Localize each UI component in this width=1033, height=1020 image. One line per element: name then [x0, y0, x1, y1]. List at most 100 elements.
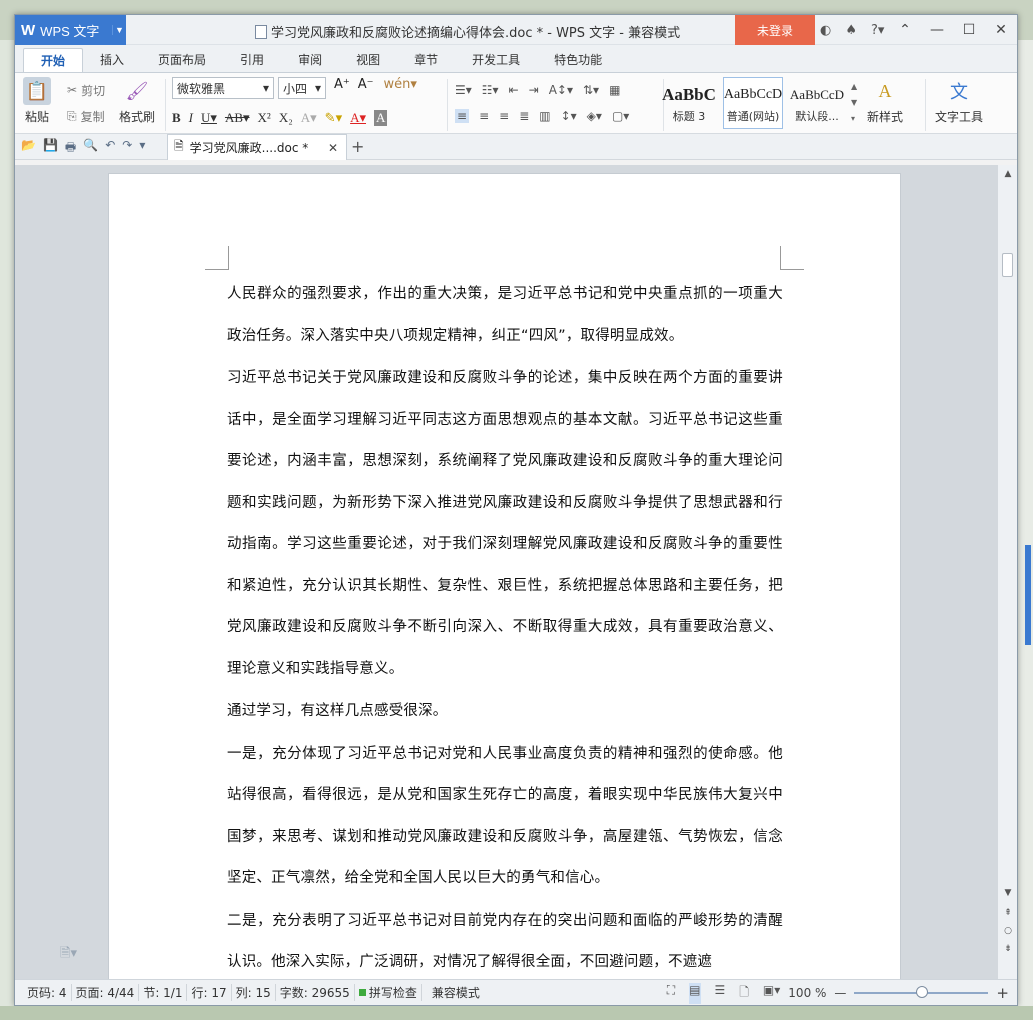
bullet-list-icon[interactable]: ☰▾ — [455, 83, 472, 97]
save-icon[interactable]: 💾 — [43, 138, 58, 159]
document-tab[interactable]: 🗎 学习党风廉政....doc * ✕ — [167, 134, 347, 160]
change-case-icon[interactable]: A↕▾ — [549, 83, 573, 97]
login-button[interactable]: 未登录 — [735, 15, 815, 45]
font-size-select[interactable]: 小四 ▾ — [278, 77, 326, 99]
redo-icon[interactable]: ↷ — [122, 138, 132, 159]
justify-icon[interactable]: ≣ — [519, 109, 529, 123]
style-heading3[interactable]: AaBbC 标题 3 — [659, 77, 719, 129]
style-default-paragraph[interactable]: AaBbCcD 默认段... — [787, 77, 847, 129]
tab-developer[interactable]: 开发工具 — [455, 48, 537, 72]
chevron-down-icon[interactable]: ▼ — [112, 25, 126, 35]
wps-app-menu-button[interactable]: W WPS 文字 ▼ — [15, 15, 126, 45]
superscript-icon[interactable]: X² — [258, 110, 271, 126]
maximize-icon[interactable]: ☐ — [953, 15, 985, 45]
paste-label: 粘贴 — [24, 110, 49, 124]
italic-icon[interactable]: I — [189, 110, 193, 126]
web-view-icon[interactable]: 🗋 — [739, 983, 749, 1004]
tab-features[interactable]: 特色功能 — [537, 48, 619, 72]
zoom-out-icon[interactable]: — — [834, 986, 846, 1000]
font-color-icon[interactable]: A▾ — [350, 110, 366, 126]
chevron-down-icon[interactable]: ▾ — [139, 138, 145, 159]
expand-icon[interactable]: ▾ — [851, 111, 857, 127]
cut-button[interactable]: ✂ 剪切 — [67, 77, 105, 103]
page-view-icon[interactable]: ▤ — [689, 982, 701, 1004]
line-spacing-icon[interactable]: ↕▾ — [561, 109, 577, 123]
align-right-icon[interactable]: ≡ — [499, 109, 509, 123]
print-icon[interactable]: 🖶 — [65, 138, 76, 159]
zoom-slider[interactable] — [854, 986, 989, 998]
zoom-in-icon[interactable]: + — [996, 984, 1009, 1002]
ribbon-tabs: 开始 插入 页面布局 引用 审阅 视图 章节 开发工具 特色功能 — [15, 45, 1017, 72]
previous-page-icon[interactable]: ⇞ — [998, 908, 1018, 918]
text-tools-button[interactable]: 文 文字工具 — [935, 77, 983, 125]
status-word-count[interactable]: 字数: 29655 — [276, 984, 355, 1001]
increase-indent-icon[interactable]: ⇥ — [529, 83, 539, 97]
style-normal-web[interactable]: AaBbCcD 普通(网站) — [723, 77, 783, 129]
copy-button[interactable]: ⎘ 复制 — [67, 103, 105, 129]
distribute-icon[interactable]: ▥ — [539, 109, 550, 123]
tab-view[interactable]: 视图 — [339, 48, 397, 72]
undo-icon[interactable]: ↶ — [105, 138, 115, 159]
subscript-icon[interactable]: X₂ — [279, 110, 293, 126]
minimize-icon[interactable]: — — [921, 15, 953, 45]
open-folder-icon[interactable]: 📂 — [21, 138, 36, 159]
shading-icon[interactable]: ◈▾ — [587, 109, 602, 123]
tab-review[interactable]: 审阅 — [281, 48, 339, 72]
outline-view-icon[interactable]: ☰ — [715, 983, 726, 1004]
tab-home[interactable]: 开始 — [23, 48, 84, 72]
tab-references[interactable]: 引用 — [223, 48, 281, 72]
format-painter-button[interactable]: 🖌 格式刷 — [119, 77, 155, 125]
shirt-icon[interactable]: ♠ — [845, 23, 857, 38]
side-panel-handle[interactable] — [1025, 545, 1031, 645]
style-gallery-scroll[interactable]: ▲ ▼ ▾ — [851, 79, 857, 127]
document-tab-label: 学习党风廉政....doc * — [189, 141, 309, 155]
align-left-icon[interactable]: ≡ — [455, 109, 470, 123]
reading-view-icon[interactable]: ▣▾ — [763, 983, 780, 1004]
align-center-icon[interactable]: ≡ — [479, 109, 489, 123]
phonetic-guide-icon[interactable]: wén▾ — [378, 77, 417, 99]
grow-font-icon[interactable]: A⁺ — [330, 77, 354, 99]
chevron-up-icon[interactable]: ▲ — [851, 79, 857, 95]
shrink-font-icon[interactable]: A⁻ — [358, 77, 374, 99]
next-page-icon[interactable]: ⇟ — [998, 944, 1018, 954]
numbered-list-icon[interactable]: ☷▾ — [482, 83, 499, 97]
zoom-level[interactable]: 100 % — [788, 986, 826, 1000]
scrollbar-thumb[interactable] — [1002, 253, 1013, 277]
spell-check-toggle[interactable]: 拼写检查 — [355, 984, 422, 1001]
chevron-down-icon[interactable]: ▼ — [851, 95, 857, 111]
skin-icon[interactable]: ◐ — [820, 23, 831, 38]
status-column: 列: 15 — [232, 984, 276, 1001]
page-navigation-icon[interactable]: 🗎▾ — [60, 944, 77, 966]
new-tab-icon[interactable]: + — [351, 137, 364, 156]
new-style-button[interactable]: A 新样式 — [867, 77, 903, 125]
collapse-ribbon-icon[interactable]: ⌃ — [889, 15, 921, 45]
underline-icon[interactable]: U▾ — [201, 110, 217, 126]
sort-icon[interactable]: ⇅▾ — [583, 83, 599, 97]
zoom-slider-knob[interactable] — [916, 986, 929, 998]
tab-page-layout[interactable]: 页面布局 — [141, 48, 223, 72]
close-icon[interactable]: ✕ — [985, 15, 1017, 45]
char-shading-icon[interactable]: A — [374, 110, 388, 126]
paste-button[interactable]: 📋 粘贴 — [23, 77, 51, 125]
decrease-indent-icon[interactable]: ⇤ — [509, 83, 519, 97]
vertical-scrollbar[interactable]: ▲ ▼ ⇞ ○ ⇟ — [997, 165, 1017, 980]
highlight-icon[interactable]: ✎▾ — [325, 110, 342, 126]
strikethrough-icon[interactable]: AB▾ — [225, 110, 250, 126]
document-page[interactable]: 人民群众的强烈要求，作出的重大决策，是习近平总书记和党中央重点抓的一项重大政治任… — [108, 173, 901, 980]
full-screen-view-icon[interactable]: ⛶ — [667, 983, 675, 1004]
tab-sections[interactable]: 章节 — [397, 48, 455, 72]
bold-icon[interactable]: B — [172, 110, 181, 126]
help-icon[interactable]: ?▾ — [871, 23, 884, 38]
scroll-up-icon[interactable]: ▲ — [998, 169, 1018, 179]
close-tab-icon[interactable]: ✕ — [328, 141, 338, 155]
paragraph: 习近平总书记关于党风廉政建设和反腐败斗争的论述，集中反映在两个方面的重要讲话中，… — [227, 370, 783, 677]
browse-object-icon[interactable]: ○ — [998, 926, 1018, 936]
font-name-select[interactable]: 微软雅黑 ▾ — [172, 77, 274, 99]
table-border-icon[interactable]: ▦ — [609, 83, 620, 97]
tab-insert[interactable]: 插入 — [83, 48, 141, 72]
document-body[interactable]: 人民群众的强烈要求，作出的重大决策，是习近平总书记和党中央重点抓的一项重大政治任… — [227, 274, 783, 980]
text-effect-icon[interactable]: A▾ — [301, 110, 317, 126]
scroll-down-icon[interactable]: ▼ — [998, 888, 1018, 898]
borders-icon[interactable]: ▢▾ — [612, 109, 629, 123]
print-preview-icon[interactable]: 🔍 — [83, 138, 98, 159]
